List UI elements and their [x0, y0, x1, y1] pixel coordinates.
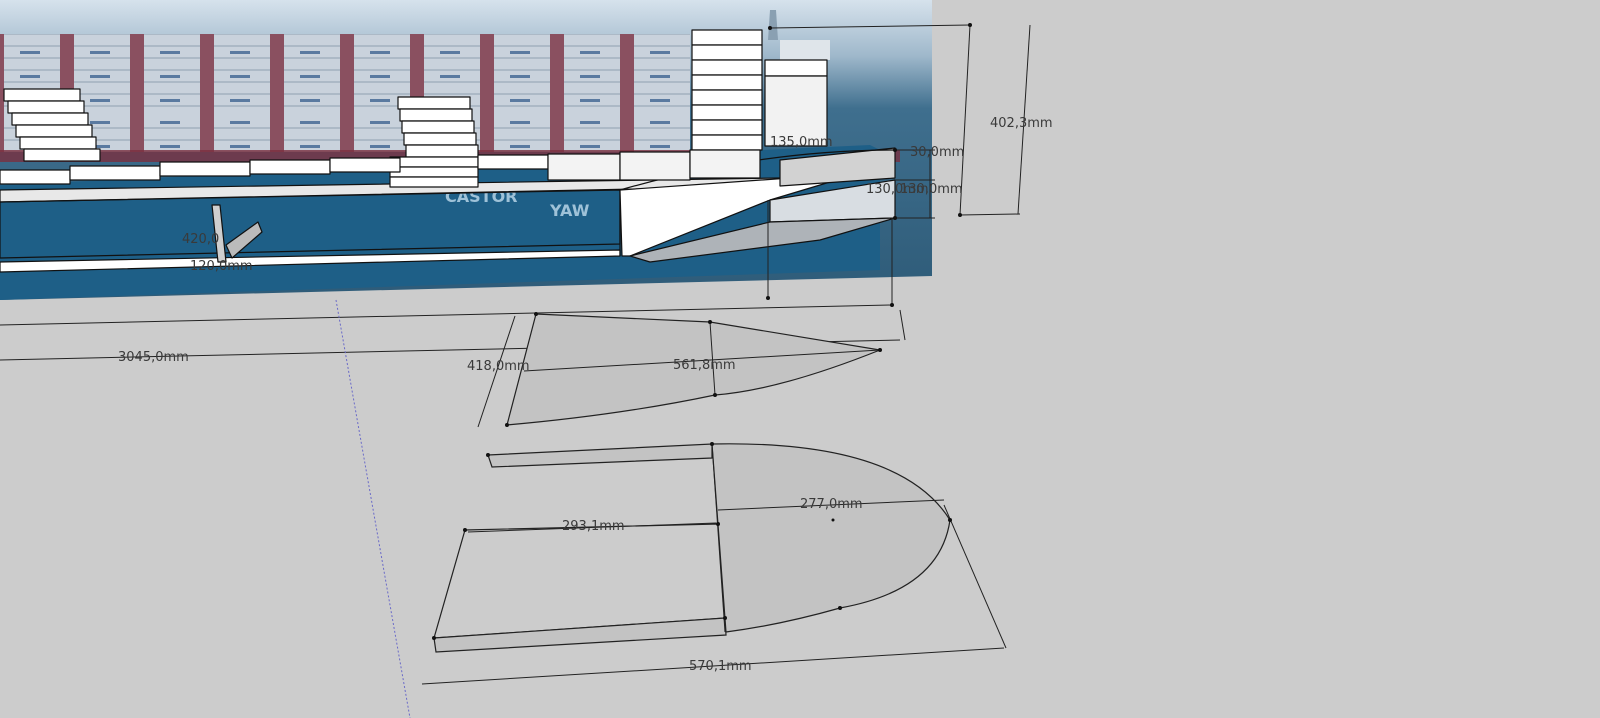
dim-overall-height: 402,3mm [990, 116, 1053, 131]
dim-ship-length: 3045,0mm [118, 350, 189, 365]
dim-bow-small: 30,0mm [910, 145, 964, 160]
dim-keel-offset: 120,0mm [190, 259, 253, 274]
hull-yaw-text: YAW [549, 201, 590, 220]
model-canvas[interactable]: CASTOR YAW 402,3mm 135,0mm 30,0mm 130,0m… [0, 0, 1600, 718]
dim-deck-piece-width: 418,0mm [467, 359, 530, 374]
sketchup-viewport[interactable]: CASTOR YAW 402,3mm 135,0mm 30,0mm 130,0m… [0, 0, 1600, 718]
dim-bow-top-offset: 135,0mm [770, 135, 833, 150]
dim-bow-plate-inner: 293,1mm [562, 519, 625, 534]
bow-plate-part[interactable] [421, 443, 1007, 685]
dim-bow-plate-width: 277,0mm [800, 497, 863, 512]
dim-hull-section: 420,0 [182, 232, 219, 247]
dim-deck-piece-length: 561,8mm [673, 358, 736, 373]
dim-bow-height-b: 130,0mm [900, 182, 963, 197]
container-stacks-photo [0, 34, 690, 152]
dim-bow-plate-length: 570,1mm [689, 659, 752, 674]
